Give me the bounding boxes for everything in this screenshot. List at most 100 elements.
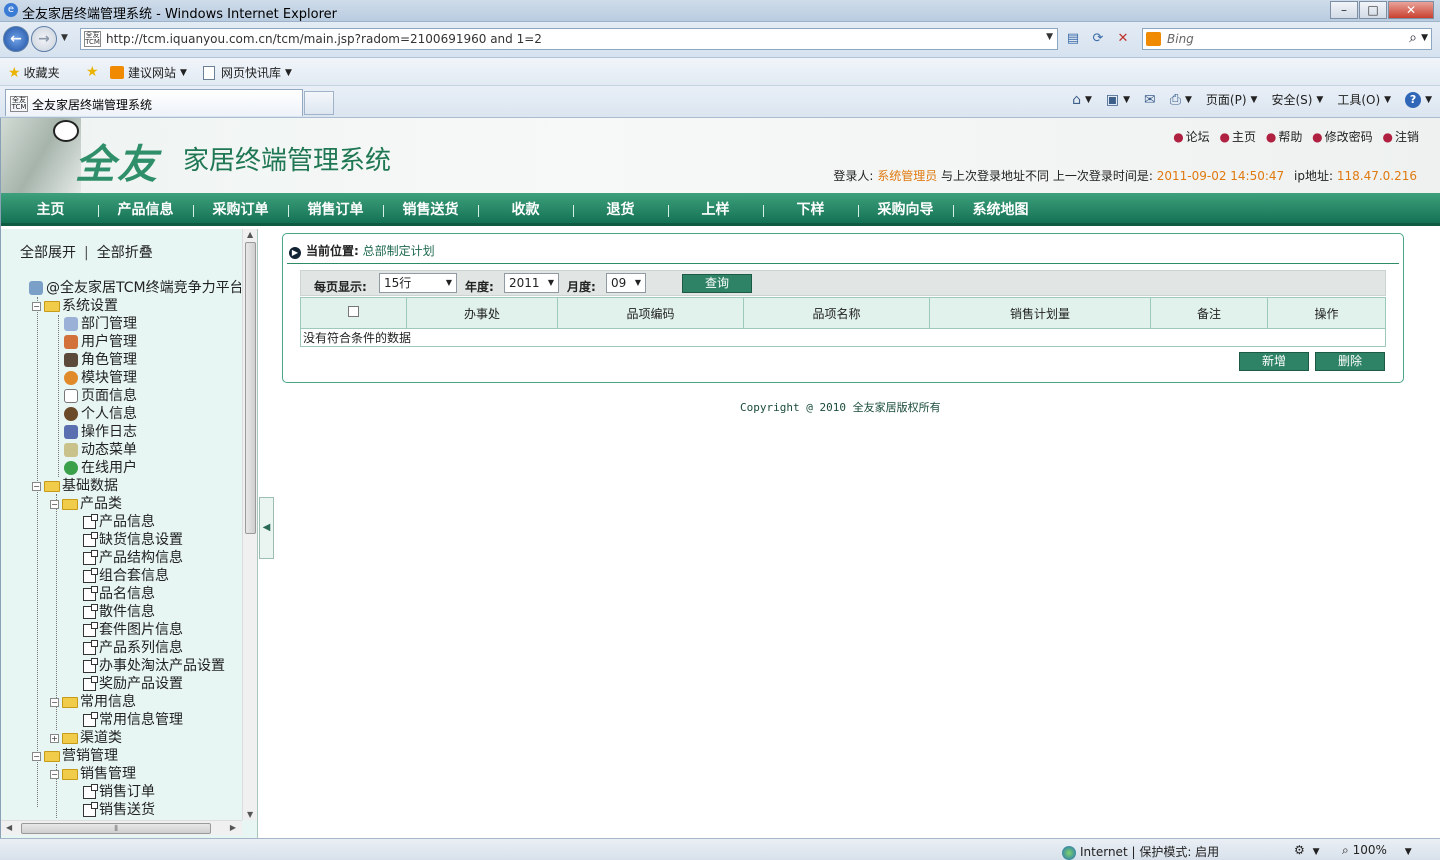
- tree-node-system-settings[interactable]: − 系统设置: [32, 297, 118, 315]
- tree-item-users[interactable]: 用户管理: [64, 333, 137, 351]
- tree-item-common-info-mgmt[interactable]: 常用信息管理: [83, 711, 183, 729]
- tree-item-profile[interactable]: 个人信息: [64, 405, 137, 423]
- scroll-right-icon[interactable]: ▶: [230, 823, 236, 832]
- address-dropdown-icon[interactable]: ▼: [1046, 32, 1053, 42]
- collapse-toggle-icon[interactable]: −: [50, 697, 59, 707]
- history-dropdown-icon[interactable]: ▼: [61, 33, 68, 43]
- nav-sales-order[interactable]: 销售订单: [288, 193, 383, 226]
- refresh-icon[interactable]: ⟳: [1087, 29, 1109, 49]
- collapse-toggle-icon[interactable]: −: [32, 481, 41, 491]
- tree-item-sales-delivery[interactable]: 销售送货: [83, 801, 155, 819]
- suggested-sites-link[interactable]: 建议网站 ▼: [110, 64, 187, 81]
- tree-item-operation-log[interactable]: 操作日志: [64, 423, 137, 441]
- scroll-left-icon[interactable]: ◀: [6, 823, 12, 832]
- tree-root[interactable]: @全友家居TCM终端竞争力平台: [29, 279, 241, 297]
- tree-item-item-name[interactable]: 品名信息: [83, 585, 155, 603]
- collapse-toggle-icon[interactable]: −: [50, 769, 59, 779]
- tree-item-reward-products[interactable]: 奖励产品设置: [83, 675, 183, 693]
- help-menu[interactable]: ? ▼: [1405, 91, 1432, 108]
- back-button[interactable]: ←: [3, 26, 29, 52]
- tree-item-roles[interactable]: 角色管理: [64, 351, 137, 369]
- tree-item-combo-set[interactable]: 组合套信息: [83, 567, 169, 585]
- protected-mode-button[interactable]: ⚙ ▼: [1294, 843, 1320, 857]
- add-button[interactable]: 新增: [1239, 352, 1309, 371]
- tree-item-online-users[interactable]: 在线用户: [64, 459, 137, 477]
- feeds-button[interactable]: ▣ ▼: [1106, 92, 1130, 108]
- scroll-thumb[interactable]: ⫴: [21, 823, 211, 834]
- tree-item-dynamic-menu[interactable]: 动态菜单: [64, 441, 137, 459]
- maximize-button[interactable]: □: [1359, 1, 1387, 19]
- new-tab-button[interactable]: [304, 91, 334, 115]
- collapse-all-link[interactable]: 全部折叠: [97, 245, 153, 261]
- query-button[interactable]: 查询: [682, 274, 752, 293]
- collapse-toggle-icon[interactable]: −: [50, 499, 59, 509]
- tree-node-product-class[interactable]: − 产品类: [50, 495, 122, 513]
- home-button[interactable]: ⌂ ▼: [1072, 92, 1092, 108]
- select-all-checkbox[interactable]: [348, 306, 359, 317]
- link-home[interactable]: 主页: [1232, 130, 1256, 144]
- nav-sample-out[interactable]: 下样: [763, 193, 858, 226]
- nav-purchase-order[interactable]: 采购订单: [193, 193, 288, 226]
- web-slice-gallery-link[interactable]: 网页快讯库 ▼: [203, 64, 292, 81]
- tools-menu[interactable]: 工具(O) ▼: [1337, 91, 1391, 108]
- nav-home[interactable]: 主页: [3, 193, 98, 226]
- year-select[interactable]: 2011 ▼: [504, 273, 559, 293]
- mail-button[interactable]: ✉: [1144, 92, 1156, 108]
- tree-item-office-eliminated[interactable]: 办事处淘汰产品设置: [83, 657, 225, 675]
- tree-item-pages[interactable]: 页面信息: [64, 387, 137, 405]
- tree-node-base-data[interactable]: − 基础数据: [32, 477, 118, 495]
- nav-payment[interactable]: 收款: [478, 193, 573, 226]
- tree-item-product-structure[interactable]: 产品结构信息: [83, 549, 183, 567]
- nav-sales-delivery[interactable]: 销售送货: [383, 193, 478, 226]
- nav-site-map[interactable]: 系统地图: [953, 193, 1048, 226]
- tree-item-department[interactable]: 部门管理: [64, 315, 137, 333]
- delete-button[interactable]: 删除: [1315, 352, 1385, 371]
- search-dropdown-icon[interactable]: ▼: [1421, 33, 1428, 43]
- close-window-button[interactable]: ✕: [1388, 1, 1434, 19]
- add-favorite-button[interactable]: ★: [86, 64, 102, 80]
- tree-item-product-info[interactable]: 产品信息: [83, 513, 155, 531]
- tree-item-parts[interactable]: 散件信息: [83, 603, 155, 621]
- tree-node-sales-mgmt[interactable]: − 销售管理: [50, 765, 136, 783]
- stop-icon[interactable]: ✕: [1112, 29, 1134, 49]
- collapse-toggle-icon[interactable]: −: [32, 301, 41, 311]
- nav-purchase-wizard[interactable]: 采购向导: [858, 193, 953, 226]
- page-size-select[interactable]: 15行 ▼: [379, 273, 457, 293]
- sidebar-collapse-toggle[interactable]: ◀: [259, 497, 274, 559]
- tree-item-stockout-settings[interactable]: 缺货信息设置: [83, 531, 183, 549]
- link-help[interactable]: 帮助: [1278, 130, 1302, 144]
- tree-item-sales-order[interactable]: 销售订单: [83, 783, 155, 801]
- forward-button[interactable]: →: [31, 26, 57, 52]
- tree-node-marketing[interactable]: − 营销管理: [32, 747, 118, 765]
- nav-sample-in[interactable]: 上样: [668, 193, 763, 226]
- nav-returns[interactable]: 退货: [573, 193, 668, 226]
- tree-item-set-images[interactable]: 套件图片信息: [83, 621, 183, 639]
- compatibility-view-icon[interactable]: ▤: [1062, 29, 1084, 49]
- favorites-button[interactable]: ★ 收藏夹: [8, 64, 60, 81]
- scroll-up-icon[interactable]: ▲: [247, 230, 253, 239]
- expand-all-link[interactable]: 全部展开: [20, 245, 76, 261]
- minimize-button[interactable]: –: [1330, 1, 1358, 19]
- tree-node-channel[interactable]: + 渠道类: [50, 729, 122, 747]
- scroll-down-icon[interactable]: ▼: [247, 810, 253, 819]
- expand-toggle-icon[interactable]: +: [50, 733, 59, 743]
- search-icon[interactable]: ⌕: [1409, 30, 1417, 46]
- security-zone[interactable]: Internet | 保护模式: 启用: [1062, 843, 1219, 860]
- link-change-password[interactable]: 修改密码: [1325, 130, 1373, 144]
- collapse-toggle-icon[interactable]: −: [32, 751, 41, 761]
- page-menu[interactable]: 页面(P) ▼: [1206, 91, 1258, 108]
- search-box[interactable]: Bing ⌕ ▼: [1142, 28, 1432, 50]
- link-logout[interactable]: 注销: [1395, 130, 1419, 144]
- tree-item-product-series[interactable]: 产品系列信息: [83, 639, 183, 657]
- safety-menu[interactable]: 安全(S) ▼: [1271, 91, 1323, 108]
- zoom-control[interactable]: ⌕ 100% ▼: [1342, 843, 1412, 858]
- sidebar-vertical-scrollbar[interactable]: ▲ ▼: [242, 229, 257, 820]
- tree-item-modules[interactable]: 模块管理: [64, 369, 137, 387]
- tree-node-common-info[interactable]: − 常用信息: [50, 693, 136, 711]
- address-url[interactable]: http://tcm.iquanyou.com.cn/tcm/main.jsp?…: [106, 32, 542, 46]
- sidebar-horizontal-scrollbar[interactable]: ◀ ⫴ ▶: [1, 820, 242, 835]
- scroll-thumb[interactable]: [245, 242, 256, 534]
- tab-active[interactable]: 全友 TCM 全友家居终端管理系统: [5, 89, 303, 116]
- address-bar[interactable]: 全友 TCM http://tcm.iquanyou.com.cn/tcm/ma…: [80, 28, 1058, 50]
- print-button[interactable]: ⎙ ▼: [1170, 92, 1192, 108]
